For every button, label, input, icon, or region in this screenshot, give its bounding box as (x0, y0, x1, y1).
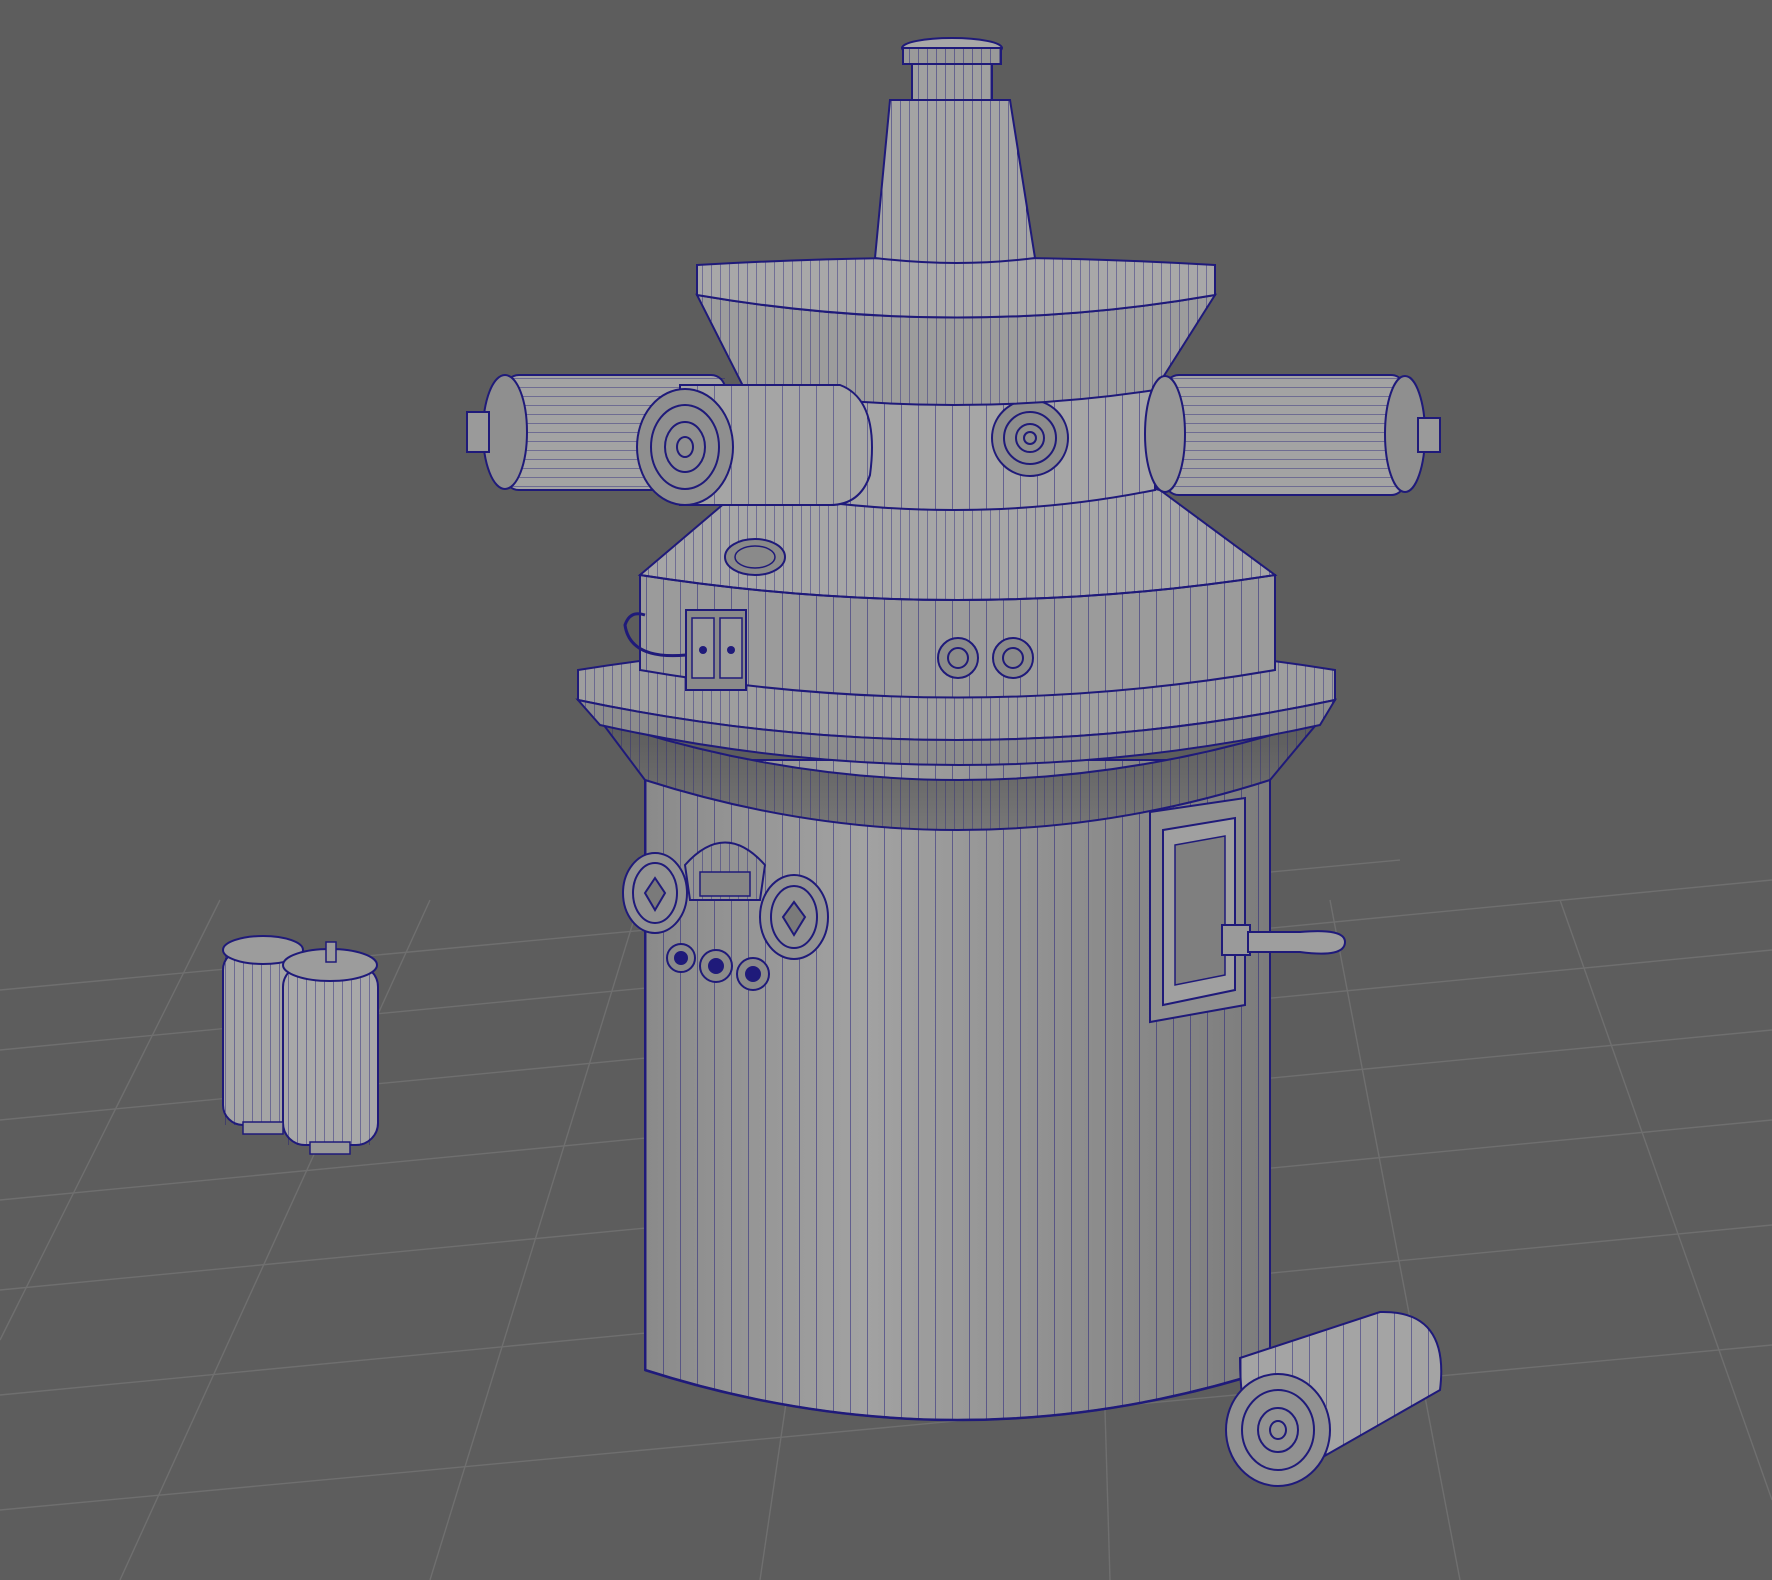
gauge-left[interactable] (622, 852, 688, 934)
floor-canister-pair[interactable] (222, 935, 379, 1155)
gauge-right[interactable] (759, 874, 829, 960)
hatch-ring[interactable] (724, 538, 786, 576)
lever-handle[interactable] (1247, 930, 1347, 955)
top-nozzle[interactable] (873, 37, 1037, 264)
viewport-3d[interactable] (0, 0, 1772, 1580)
neck-porthole[interactable] (991, 399, 1069, 477)
side-canister-right[interactable] (1144, 374, 1441, 496)
upper-collar[interactable] (695, 256, 1218, 406)
front-canister[interactable] (636, 384, 873, 506)
